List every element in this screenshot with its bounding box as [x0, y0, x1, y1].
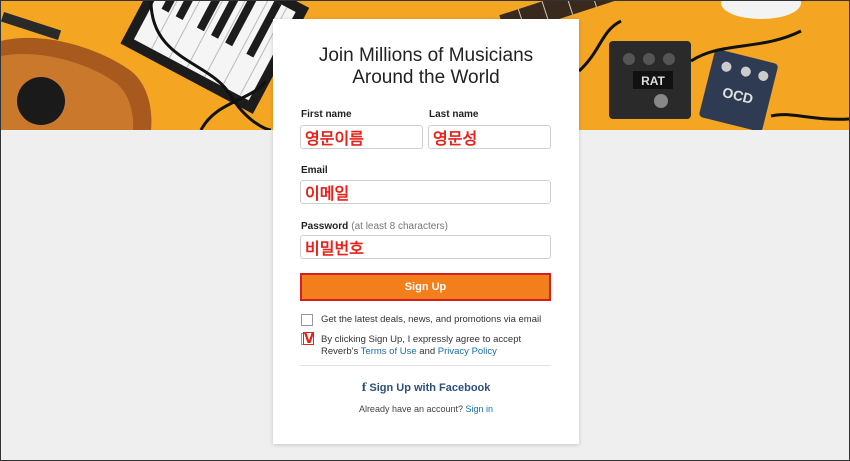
- already-text: Already have an account?: [358, 404, 464, 414]
- signin-prompt: Already have an account? Sign in: [273, 404, 579, 414]
- privacy-policy-link[interactable]: Privacy Policy: [438, 346, 497, 357]
- deals-checkbox-label: Get the latest deals, news, and promotio…: [321, 314, 542, 325]
- password-hint: (at least 8 characters): [351, 221, 448, 232]
- last-name-field[interactable]: [428, 125, 551, 149]
- signup-card: Join Millions of Musicians Around the Wo…: [273, 19, 579, 444]
- password-label: Password (at least 8 characters): [301, 221, 448, 232]
- password-label-text: Password: [301, 221, 349, 232]
- title-line-1: Join Millions of Musicians: [318, 45, 534, 66]
- terms-prefix: Reverb's: [321, 346, 359, 357]
- terms-and: and: [419, 346, 436, 357]
- title-line-2: Around the World: [352, 67, 500, 88]
- signup-button-highlight: Sign Up: [300, 273, 551, 301]
- first-name-label: First name: [301, 109, 352, 120]
- email-field[interactable]: [300, 180, 551, 204]
- signin-link[interactable]: Sign in: [466, 404, 494, 414]
- first-name-input[interactable]: [301, 126, 422, 148]
- first-name-field[interactable]: [300, 125, 423, 149]
- facebook-icon: f: [361, 381, 367, 394]
- svg-text:RAT: RAT: [641, 74, 665, 88]
- terms-line-1: By clicking Sign Up, I expressly agree t…: [321, 334, 522, 345]
- facebook-signup-label: Sign Up with Facebook: [369, 382, 491, 394]
- last-name-label: Last name: [429, 109, 479, 120]
- email-input[interactable]: [301, 181, 550, 203]
- password-field[interactable]: [300, 235, 551, 259]
- terms-of-use-link[interactable]: Terms of Use: [361, 346, 417, 357]
- deals-checkbox[interactable]: [301, 314, 313, 326]
- terms-text: By clicking Sign Up, I expressly agree t…: [321, 334, 551, 358]
- email-label: Email: [301, 165, 328, 176]
- password-input[interactable]: [301, 236, 550, 258]
- facebook-signup-button[interactable]: f Sign Up with Facebook: [273, 381, 579, 394]
- last-name-input[interactable]: [429, 126, 550, 148]
- divider: [300, 365, 551, 366]
- terms-check-mark: V: [303, 332, 315, 347]
- signup-button[interactable]: Sign Up: [302, 275, 549, 299]
- page-title: Join Millions of Musicians Around the Wo…: [273, 45, 579, 89]
